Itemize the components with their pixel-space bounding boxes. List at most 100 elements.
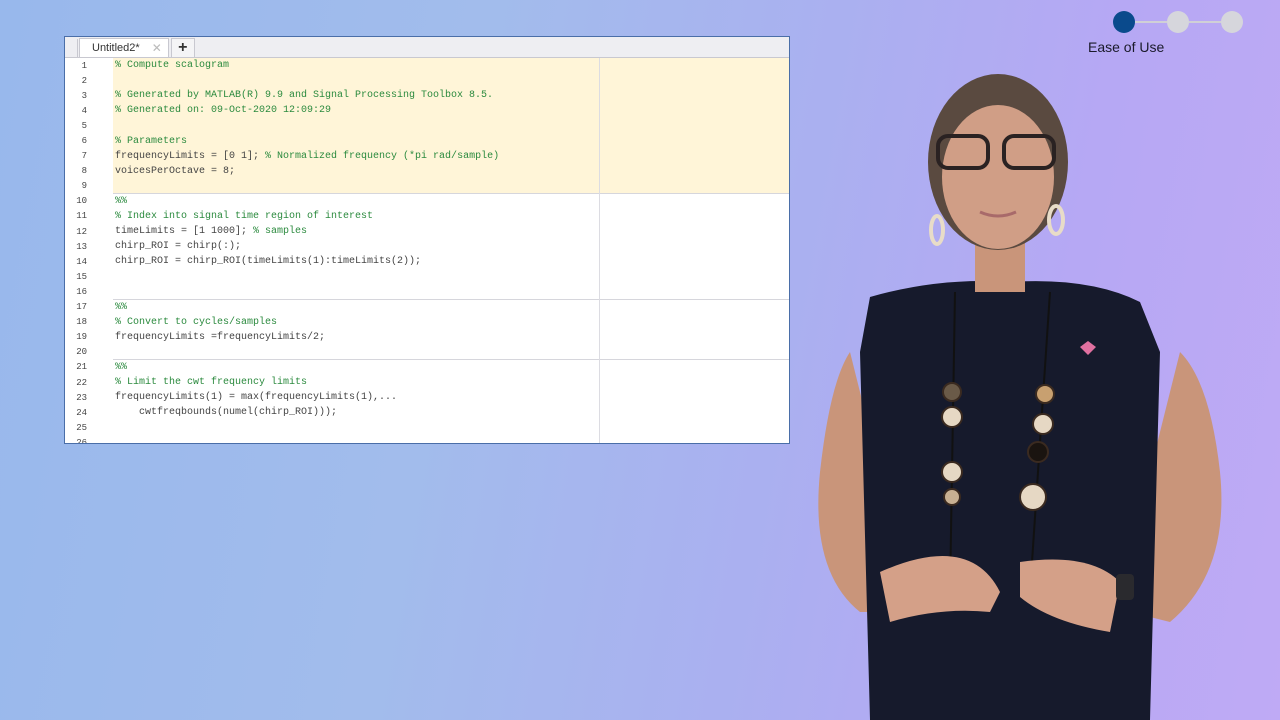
- line-number: 20: [76, 347, 87, 358]
- code-line[interactable]: 10%%: [65, 194, 789, 209]
- line-number: 14: [76, 256, 87, 267]
- code-editor-window: Untitled2* ✕ + 1% Compute scalogram 2 3% G…: [64, 36, 790, 444]
- line-number: 5: [81, 120, 87, 131]
- code-line[interactable]: 15: [65, 269, 789, 284]
- close-tab-icon[interactable]: ✕: [152, 41, 162, 55]
- progress-connector: [1189, 21, 1221, 23]
- code-line[interactable]: 7 frequencyLimits = [0 1]; % Normalized f…: [65, 149, 789, 164]
- code-text: frequencyLimits = [0 1]; % Normalized fr…: [115, 151, 499, 162]
- line-number: 24: [76, 407, 87, 418]
- line-number: 22: [76, 377, 87, 388]
- line-number: 19: [76, 332, 87, 343]
- code-line[interactable]: 1 % Compute scalogram: [65, 58, 789, 73]
- face: [942, 105, 1054, 249]
- code-text: %%: [115, 302, 127, 313]
- code-text: cwtfreqbounds(numel(chirp_ROI)));: [115, 407, 337, 418]
- code-line[interactable]: 13 chirp_ROI = chirp(:);: [65, 239, 789, 254]
- tab-scroll-stub: [65, 39, 78, 57]
- code-line[interactable]: 19 frequencyLimits =frequencyLimits/2;: [65, 330, 789, 345]
- dress: [860, 281, 1160, 720]
- code-statement: voicesPerOctave = 8;: [115, 165, 236, 177]
- code-line[interactable]: 6 % Parameters: [65, 133, 789, 148]
- progress-step-3: [1221, 11, 1243, 33]
- code-statement: cwtfreqbounds(numel(chirp_ROI)));: [115, 407, 338, 419]
- code-statement: timeLimits = [1 1000];: [115, 226, 254, 238]
- code-line[interactable]: 12 timeLimits = [1 1000]; % samples: [65, 224, 789, 239]
- smartwatch: [1116, 574, 1134, 600]
- line-number: 11: [76, 211, 87, 222]
- code-line[interactable]: 5: [65, 118, 789, 133]
- presenter-figure: [818, 74, 1222, 720]
- line-number: 23: [76, 392, 87, 403]
- line-number: 26: [76, 437, 87, 444]
- code-line[interactable]: 9: [65, 179, 789, 194]
- add-tab-button[interactable]: +: [170, 38, 195, 57]
- code-line[interactable]: 17%%: [65, 300, 789, 315]
- line-number: 12: [76, 226, 87, 237]
- code-text: frequencyLimits(1) = max(frequencyLimits…: [115, 392, 397, 403]
- code-comment: % Normalized frequency (*pi rad/sample): [265, 150, 500, 162]
- code-line[interactable]: 8 voicesPerOctave = 8;: [65, 164, 789, 179]
- line-number: 15: [76, 271, 87, 282]
- line-number: 13: [76, 241, 87, 252]
- code-line[interactable]: 21%%: [65, 360, 789, 375]
- code-text: voicesPerOctave = 8;: [115, 166, 235, 177]
- code-line[interactable]: 11 % Index into signal time region of int…: [65, 209, 789, 224]
- line-number: 16: [76, 286, 87, 297]
- code-text: chirp_ROI = chirp(:);: [115, 241, 241, 252]
- code-comment: % samples: [253, 226, 308, 238]
- code-comment: % Generated by MATLAB(R) 9.9 and Signal …: [115, 90, 494, 102]
- code-statement: chirp_ROI = chirp_ROI(timeLimits(1):time…: [115, 256, 422, 268]
- code-line[interactable]: 24 cwtfreqbounds(numel(chirp_ROI)));: [65, 405, 789, 420]
- code-line[interactable]: 14 chirp_ROI = chirp_ROI(timeLimits(1):ti…: [65, 254, 789, 269]
- presenter-video: [818, 74, 1222, 720]
- tab-untitled2[interactable]: Untitled2* ✕: [79, 38, 169, 57]
- code-line[interactable]: 18 % Convert to cycles/samples: [65, 315, 789, 330]
- code-text: %%: [115, 196, 127, 207]
- code-text: % Index into signal time region of inter…: [115, 211, 373, 222]
- code-line[interactable]: 26: [65, 435, 789, 444]
- code-line[interactable]: 2: [65, 73, 789, 88]
- code-statement: frequencyLimits(1) = max(frequencyLimits…: [115, 392, 398, 404]
- progress-connector: [1135, 21, 1167, 23]
- code-text: %%: [115, 362, 127, 373]
- code-area[interactable]: 1% Compute scalogram 2 3% Generated by MAT…: [65, 58, 789, 444]
- code-line[interactable]: 4 % Generated on: 09-Oct-2020 12:09:29: [65, 103, 789, 118]
- line-number: 9: [81, 181, 87, 192]
- progress-step-1: [1113, 11, 1135, 33]
- code-text: % Limit the cwt frequency limits: [115, 377, 307, 388]
- line-number: 4: [81, 105, 87, 116]
- code-comment: %%: [115, 195, 128, 207]
- code-text: % Parameters: [115, 136, 187, 147]
- line-number: 6: [81, 136, 87, 147]
- code-comment: % Generated on: 09-Oct-2020 12:09:29: [115, 105, 332, 117]
- code-line[interactable]: 3 % Generated by MATLAB(R) 9.9 and Signal…: [65, 88, 789, 103]
- line-number: 8: [81, 166, 87, 177]
- code-text: % Generated by MATLAB(R) 9.9 and Signal …: [115, 90, 493, 101]
- earring-left: [929, 214, 945, 246]
- line-number: 7: [81, 151, 87, 162]
- code-comment: % Convert to cycles/samples: [115, 316, 278, 328]
- line-number: 2: [81, 75, 87, 86]
- code-comment: % Compute scalogram: [115, 60, 230, 72]
- progress-indicator: [1113, 10, 1245, 34]
- code-comment: % Parameters: [115, 135, 188, 147]
- code-line[interactable]: 25: [65, 420, 789, 435]
- line-number: 25: [76, 422, 87, 433]
- code-comment: %%: [115, 301, 128, 313]
- code-text: chirp_ROI = chirp_ROI(timeLimits(1):time…: [115, 256, 421, 267]
- tab-bar: Untitled2* ✕ +: [65, 37, 789, 58]
- code-line[interactable]: 23 frequencyLimits(1) = max(frequencyLimi…: [65, 390, 789, 405]
- code-text: % Generated on: 09-Oct-2020 12:09:29: [115, 105, 331, 116]
- line-number: 21: [76, 362, 87, 373]
- code-comment: % Limit the cwt frequency limits: [115, 377, 308, 389]
- line-number: 1: [81, 60, 87, 71]
- code-text: frequencyLimits =frequencyLimits/2;: [115, 332, 325, 343]
- line-number: 18: [76, 317, 87, 328]
- code-line[interactable]: 16: [65, 284, 789, 299]
- code-statement: frequencyLimits = [0 1];: [115, 150, 266, 162]
- line-number: 10: [76, 196, 87, 207]
- code-statement: frequencyLimits =frequencyLimits/2;: [115, 331, 326, 343]
- code-line[interactable]: 22 % Limit the cwt frequency limits: [65, 375, 789, 390]
- code-line[interactable]: 20: [65, 345, 789, 360]
